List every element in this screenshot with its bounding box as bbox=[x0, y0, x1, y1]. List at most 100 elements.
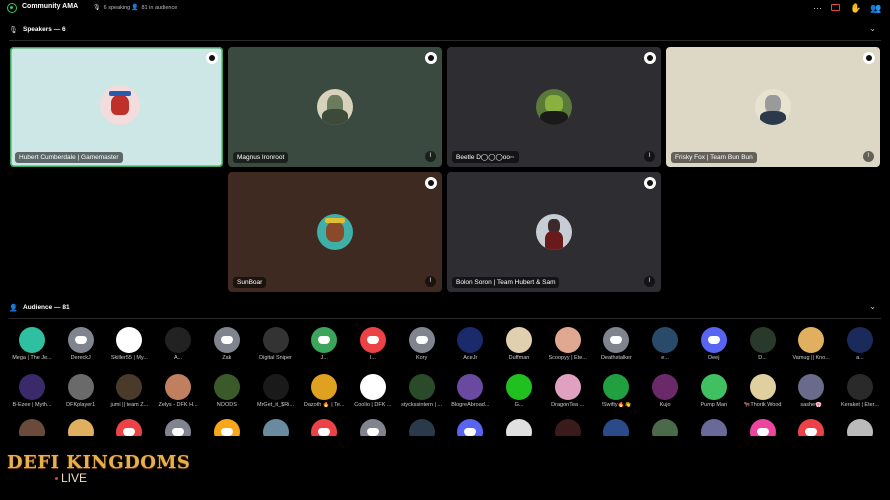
audience-member[interactable] bbox=[297, 419, 351, 436]
audience-member[interactable]: a... bbox=[833, 327, 887, 361]
person-icon: 👤 bbox=[131, 5, 139, 11]
audience-member[interactable]: I... bbox=[346, 327, 400, 361]
audience-member[interactable] bbox=[200, 419, 254, 436]
audience-header[interactable]: 👤 Audience — 81 ⌄ bbox=[0, 302, 880, 314]
audience-label: Audience — 81 bbox=[23, 304, 70, 311]
settings-badge-icon bbox=[425, 52, 437, 64]
audience-avatar bbox=[116, 327, 143, 353]
audience-member[interactable]: Mega | The Je... bbox=[5, 327, 59, 361]
stage-channel-icon bbox=[7, 3, 17, 13]
speaker-tile[interactable]: Magnus Ironroot ⌇ bbox=[228, 47, 442, 167]
audience-member[interactable] bbox=[346, 419, 400, 436]
audience-member[interactable]: NOODS bbox=[200, 374, 254, 408]
speaker-tile[interactable]: Bolon Soron | Team Hubert & Sam ⌇ bbox=[447, 172, 661, 292]
settings-badge-icon bbox=[206, 52, 218, 64]
speakers-header[interactable]: 🎙 Speakers — 6 ⌄ bbox=[0, 24, 880, 36]
audience-member[interactable] bbox=[541, 419, 595, 436]
audience-member[interactable]: J... bbox=[297, 327, 351, 361]
audience-member[interactable]: DereckJ bbox=[54, 327, 108, 361]
audience-member[interactable]: Vamug || Kno... bbox=[784, 327, 838, 361]
audience-member[interactable]: 🐂Thorik Wood bbox=[736, 374, 790, 408]
audience-member[interactable]: Pump Man bbox=[687, 374, 741, 408]
audience-member[interactable] bbox=[249, 419, 303, 436]
screen-share-icon[interactable] bbox=[831, 4, 840, 11]
audience-member[interactable]: AceJr bbox=[443, 327, 497, 361]
members-icon[interactable]: 👥 bbox=[870, 3, 881, 13]
speaking-count: 🎙 6 speaking bbox=[93, 4, 130, 11]
more-options-icon[interactable]: ⋯ bbox=[813, 3, 822, 13]
audience-avatar bbox=[749, 374, 776, 400]
audience-member[interactable]: !Swifty🔥👋 bbox=[589, 374, 643, 408]
audience-avatar bbox=[359, 327, 386, 353]
speaking-count-label: 6 speaking bbox=[103, 5, 131, 11]
audience-member[interactable]: styckssintern | ... bbox=[395, 374, 449, 408]
audience-member[interactable] bbox=[687, 419, 741, 436]
audience-member[interactable] bbox=[736, 419, 790, 436]
audience-member[interactable] bbox=[54, 419, 108, 436]
audience-member[interactable] bbox=[492, 419, 546, 436]
audience-member[interactable]: G... bbox=[492, 374, 546, 408]
audience-member[interactable]: Duffman bbox=[492, 327, 546, 361]
audience-member[interactable]: DFKplayer1 bbox=[54, 374, 108, 408]
audience-member[interactable]: Dazoth 🔥 | Te... bbox=[297, 374, 351, 408]
audience-member[interactable]: Keraket | Eter... bbox=[833, 374, 887, 408]
audience-count-label: 81 in audience bbox=[141, 5, 178, 11]
audience-name: Scoopyy | Ete... bbox=[548, 355, 587, 361]
audience-member[interactable]: BlogreAbroad... bbox=[443, 374, 497, 408]
chevron-down-icon[interactable]: ⌄ bbox=[869, 24, 876, 33]
audience-member[interactable] bbox=[589, 419, 643, 436]
speaker-name: Beetle D◯◯◯oo◦◦ bbox=[452, 151, 519, 163]
audience-member[interactable] bbox=[784, 419, 838, 436]
audience-member[interactable] bbox=[833, 419, 887, 436]
audience-member[interactable] bbox=[151, 419, 205, 436]
audience-member[interactable]: D... bbox=[736, 327, 790, 361]
audience-avatar bbox=[19, 327, 45, 353]
audience-member[interactable]: Zelys - DFK H... bbox=[151, 374, 205, 408]
audience-member[interactable] bbox=[443, 419, 497, 436]
audience-avatar bbox=[700, 327, 727, 353]
audience-avatar bbox=[213, 327, 240, 353]
speaker-tile[interactable]: Hubert Cumberdale | Gamemaster bbox=[10, 47, 223, 167]
mic-icon: 🎙 bbox=[9, 27, 18, 34]
audience-avatar bbox=[749, 419, 776, 436]
top-bar: Community AMA 🎙 6 speaking 👤 81 in audienc… bbox=[0, 0, 890, 16]
audience-member[interactable] bbox=[102, 419, 156, 436]
audience-member[interactable]: Coolio | DFK ... bbox=[346, 374, 400, 408]
audience-member[interactable]: B-Ezee | Myth... bbox=[5, 374, 59, 408]
audience-member[interactable]: Digital Sniper bbox=[249, 327, 303, 361]
audience-member[interactable]: A... bbox=[151, 327, 205, 361]
chevron-down-icon[interactable]: ⌄ bbox=[869, 302, 876, 311]
audience-member[interactable]: jumi || team Z... bbox=[102, 374, 156, 408]
audience-member[interactable]: Kujo bbox=[638, 374, 692, 408]
audience-name: a... bbox=[856, 355, 864, 361]
audience-member[interactable]: Scoopyy | Ete... bbox=[541, 327, 595, 361]
speaker-tile[interactable]: SunBoar ⌇ bbox=[228, 172, 442, 292]
audience-avatar bbox=[652, 374, 679, 400]
audience-name: styckssintern | ... bbox=[401, 402, 443, 408]
audience-member[interactable] bbox=[638, 419, 692, 436]
audience-member[interactable]: DragonTea ... bbox=[541, 374, 595, 408]
audience-avatar bbox=[262, 374, 289, 400]
brand-live-label: LIVE bbox=[55, 471, 190, 485]
audience-member[interactable]: Skiller55 | My... bbox=[102, 327, 156, 361]
audience-avatar bbox=[311, 327, 338, 353]
audience-member[interactable]: Deej bbox=[687, 327, 741, 361]
audience-member[interactable]: MrGet_it_$Ri... bbox=[249, 374, 303, 408]
divider bbox=[9, 318, 881, 319]
audience-member[interactable] bbox=[395, 419, 449, 436]
audience-member[interactable]: e... bbox=[638, 327, 692, 361]
speaker-tile[interactable]: Beetle D◯◯◯oo◦◦ ⌇ bbox=[447, 47, 661, 167]
audience-member[interactable]: Deathstalker bbox=[589, 327, 643, 361]
audience-name: Coolio | DFK ... bbox=[354, 402, 392, 408]
audience-member[interactable] bbox=[5, 419, 59, 436]
audience-member[interactable]: sashe🌸 bbox=[784, 374, 838, 408]
brand-wordmark: DEFI KINGDOMS bbox=[7, 452, 191, 473]
audience-member[interactable]: Zak bbox=[200, 327, 254, 361]
hand-raise-icon[interactable]: ✋ bbox=[850, 3, 861, 13]
audience-avatar bbox=[506, 327, 532, 353]
speaker-tile[interactable]: Frisky Fox | Team Bun Bun ⌇ bbox=[666, 47, 880, 167]
speaker-name: Hubert Cumberdale | Gamemaster bbox=[15, 152, 123, 163]
audience-name: NOODS bbox=[216, 402, 237, 408]
audience-member[interactable]: Kory bbox=[395, 327, 449, 361]
speaker-avatar bbox=[536, 89, 572, 125]
